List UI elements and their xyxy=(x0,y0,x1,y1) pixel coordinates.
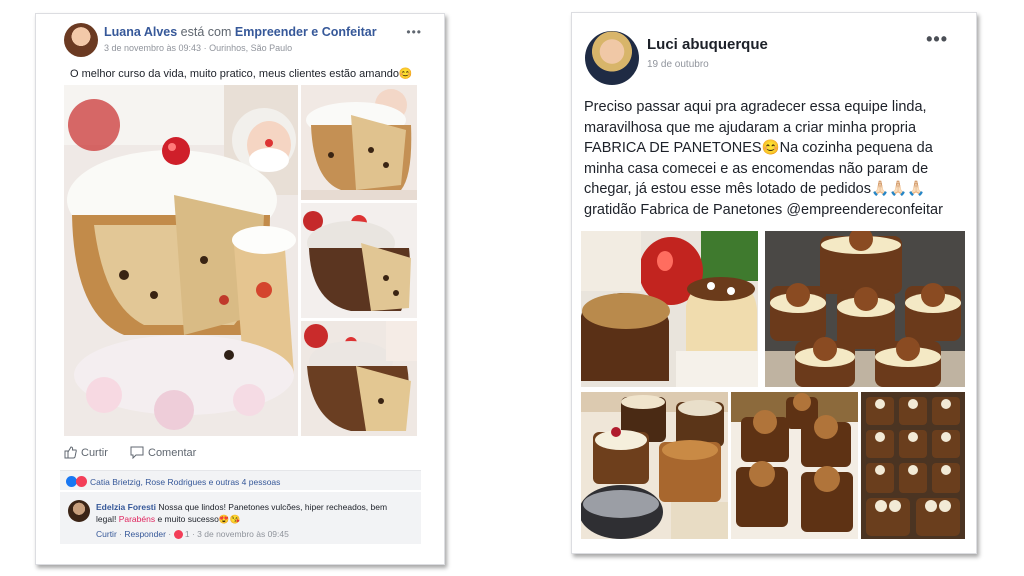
commenter-avatar[interactable] xyxy=(68,500,90,522)
panettone-cut-image xyxy=(301,85,417,200)
author-name[interactable]: Luci abuquerque xyxy=(647,36,768,53)
more-options-icon[interactable]: ••• xyxy=(406,25,422,39)
photo-chocolate-panettones[interactable] xyxy=(731,392,858,539)
page-name[interactable]: Empreender e Confeitar xyxy=(235,25,377,39)
comment-reaction-count: 1 xyxy=(184,529,190,539)
facebook-post-luana: Luana Alves está com Empreender e Confei… xyxy=(35,13,445,565)
comment-like-link[interactable]: Curtir xyxy=(96,529,117,539)
comment-reply-link[interactable]: Responder xyxy=(124,529,166,539)
comment-highlight[interactable]: Parabéns xyxy=(119,514,155,524)
comment-body-end: e muito sucesso😍😘 xyxy=(157,514,241,524)
like-label: Curtir xyxy=(81,446,108,459)
photo-chocolate-panettone[interactable] xyxy=(301,203,417,318)
photo-mini-panettones[interactable] xyxy=(861,392,965,539)
panettones-packaged-image xyxy=(581,231,758,387)
comment-button[interactable]: Comentar xyxy=(130,446,196,459)
photo-panettone-slice[interactable] xyxy=(64,85,298,436)
post-text: O melhor curso da vida, muito pratico, m… xyxy=(70,68,413,80)
facebook-post-luci: Luci abuquerque 19 de outubro ••• Precis… xyxy=(571,12,977,554)
chocolate-panettone-image xyxy=(301,203,417,318)
comment-item: Edelzia Foresti Nossa que lindos! Paneto… xyxy=(60,492,421,544)
author-name[interactable]: Luana Alves xyxy=(104,25,177,39)
photo-panettone-cut[interactable] xyxy=(301,85,417,200)
photo-panettones-tray[interactable] xyxy=(765,231,965,387)
comment-bubble-icon xyxy=(130,446,144,459)
thumbs-up-icon xyxy=(64,446,77,459)
photo-panettones-packaged[interactable] xyxy=(581,231,758,387)
avatar[interactable] xyxy=(585,31,639,85)
reactions-summary[interactable]: Catia Brietzig, Rose Rodrigues e outras … xyxy=(60,470,421,490)
chocolate-panettones-image xyxy=(731,392,858,539)
comment-time[interactable]: 3 de novembro às 09:45 xyxy=(197,529,289,539)
panettone-closeup-image xyxy=(301,321,417,436)
comment-text: Edelzia Foresti Nossa que lindos! Paneto… xyxy=(96,501,408,525)
photo-grid xyxy=(581,231,965,539)
avatar[interactable] xyxy=(64,23,98,57)
commenter-name[interactable]: Edelzia Foresti xyxy=(96,502,156,512)
reactions-text: Catia Brietzig, Rose Rodrigues e outras … xyxy=(90,477,281,487)
more-options-icon[interactable]: ••• xyxy=(926,29,948,50)
love-reaction-icon xyxy=(173,530,183,540)
love-reaction-icon xyxy=(76,476,87,487)
photo-panettone-closeup[interactable] xyxy=(301,321,417,436)
post-actions-bar: Curtir Comentar xyxy=(64,444,417,464)
post-meta[interactable]: 3 de novembro às 09:43 · Ourinhos, São P… xyxy=(104,43,292,53)
with-text: está com xyxy=(180,25,232,39)
mini-panettones-image xyxy=(861,392,965,539)
post-header: Luana Alves está com Empreender e Confei… xyxy=(104,25,377,39)
screenshot-stage: Luana Alves está com Empreender e Confei… xyxy=(0,0,1024,576)
post-date[interactable]: 19 de outubro xyxy=(647,59,709,70)
comment-footer: Curtir · Responder · 1 · 3 de novembro à… xyxy=(96,529,289,540)
panettones-tray-image xyxy=(765,231,965,387)
assorted-panettones-image xyxy=(581,392,728,539)
like-button[interactable]: Curtir xyxy=(64,446,108,459)
photo-assorted-panettones[interactable] xyxy=(581,392,728,539)
panettone-slice-image xyxy=(64,85,298,436)
photo-grid xyxy=(64,85,417,436)
comment-label: Comentar xyxy=(148,446,197,459)
post-text: Preciso passar aqui pra agradecer essa e… xyxy=(584,99,943,218)
